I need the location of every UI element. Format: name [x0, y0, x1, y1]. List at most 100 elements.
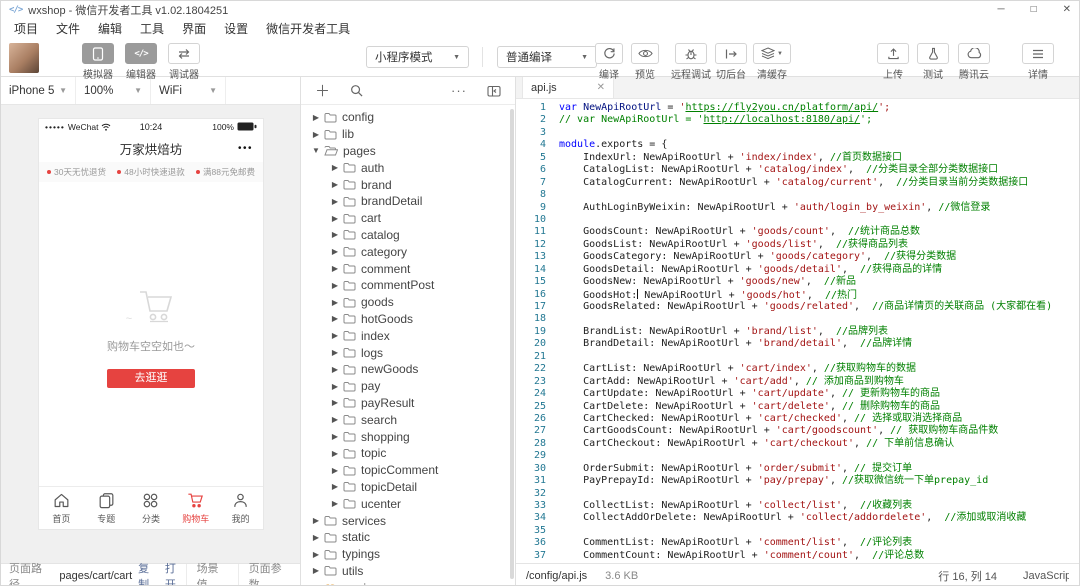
menu-item-4[interactable]: 界面 [173, 19, 215, 39]
menu-item-0[interactable]: 项目 [5, 19, 47, 39]
tree-item-services[interactable]: ▶services [301, 512, 515, 529]
tree-item-lib[interactable]: ▶lib [301, 126, 515, 143]
tree-item-logs[interactable]: ▶logs [301, 344, 515, 361]
details-button[interactable]: 详情 [1010, 43, 1066, 81]
tree-item-search[interactable]: ▶search [301, 411, 515, 428]
network-select[interactable]: WiFi ▼ [151, 77, 226, 104]
close-button[interactable]: ✕ [1063, 1, 1071, 19]
add-file-icon[interactable]: ＋ [315, 80, 330, 101]
chevron-right-icon[interactable]: ▶ [311, 130, 321, 139]
chevron-right-icon[interactable]: ▶ [330, 499, 340, 508]
maximize-button[interactable]: □ [1031, 1, 1037, 19]
tree-item-category[interactable]: ▶category [301, 243, 515, 260]
tree-item-cart[interactable]: ▶cart [301, 210, 515, 227]
chevron-right-icon[interactable]: ▶ [330, 214, 340, 223]
tab-topics[interactable]: 专题 [84, 487, 129, 529]
tree-item-newGoods[interactable]: ▶newGoods [301, 361, 515, 378]
tree-item-ucenter[interactable]: ▶ucenter [301, 495, 515, 512]
device-select[interactable]: iPhone 5 ▼ [1, 77, 76, 104]
chevron-right-icon[interactable]: ▶ [330, 382, 340, 391]
more-actions-icon[interactable]: ··· [451, 83, 467, 98]
code-editor[interactable]: 1var NewApiRootUrl = 'https://fly2you.cn… [516, 99, 1079, 563]
miniapp-menu-button[interactable]: ••• [238, 143, 253, 154]
chevron-right-icon[interactable]: ▶ [330, 281, 340, 290]
tree-item-typings[interactable]: ▶typings [301, 546, 515, 563]
menu-item-3[interactable]: 工具 [131, 19, 173, 39]
chevron-right-icon[interactable]: ▶ [330, 197, 340, 206]
chevron-right-icon[interactable]: ▶ [330, 180, 340, 189]
chevron-right-icon[interactable]: ▶ [311, 550, 321, 559]
tree-item-static[interactable]: ▶static [301, 529, 515, 546]
tree-scrollbar[interactable] [510, 109, 514, 579]
chevron-right-icon[interactable]: ▶ [330, 298, 340, 307]
language-mode[interactable]: JavaScript [1023, 570, 1069, 582]
minimize-button[interactable]: ─ [997, 1, 1004, 19]
compile-button[interactable]: 编译 [593, 43, 625, 81]
tencent-cloud-button[interactable]: 腾讯云 [946, 43, 1002, 81]
chevron-right-icon[interactable]: ▶ [330, 482, 340, 491]
zoom-select[interactable]: 100% ▼ [76, 77, 151, 104]
chevron-down-icon[interactable]: ▼ [311, 146, 321, 155]
clear-cache-button[interactable]: ▼ 清缓存 [748, 43, 796, 81]
page-path-label: 页面路径 [1, 560, 50, 586]
tree-item-hotGoods[interactable]: ▶hotGoods [301, 311, 515, 328]
mode-select[interactable]: 小程序模式 ▼ [366, 46, 469, 68]
tree-item-topicDetail[interactable]: ▶topicDetail [301, 479, 515, 496]
chevron-right-icon[interactable]: ▶ [330, 415, 340, 424]
copy-path-link[interactable]: 复制 [138, 560, 159, 586]
tree-item-pay[interactable]: ▶pay [301, 378, 515, 395]
tree-item-topic[interactable]: ▶topic [301, 445, 515, 462]
tree-item-catalog[interactable]: ▶catalog [301, 227, 515, 244]
page-params-button[interactable]: 页面参数 [238, 564, 300, 586]
chevron-right-icon[interactable]: ▶ [330, 365, 340, 374]
cursor-position[interactable]: 行 16, 列 14 [938, 568, 997, 584]
tree-item-app.js[interactable]: JSapp.js [301, 579, 515, 586]
close-tab-icon[interactable]: ✕ [597, 82, 605, 93]
chevron-right-icon[interactable]: ▶ [330, 230, 340, 239]
chevron-right-icon[interactable]: ▶ [330, 348, 340, 357]
tab-user[interactable]: 我的 [218, 487, 263, 529]
chevron-right-icon[interactable]: ▶ [330, 314, 340, 323]
chevron-right-icon[interactable]: ▶ [330, 449, 340, 458]
chevron-right-icon[interactable]: ▶ [311, 516, 321, 525]
menu-item-1[interactable]: 文件 [47, 19, 89, 39]
tree-item-goods[interactable]: ▶goods [301, 294, 515, 311]
tree-item-index[interactable]: ▶index [301, 327, 515, 344]
tab-cart[interactable]: 购物车 [173, 487, 218, 529]
menu-item-2[interactable]: 编辑 [89, 19, 131, 39]
chevron-right-icon[interactable]: ▶ [330, 398, 340, 407]
tree-item-auth[interactable]: ▶auth [301, 159, 515, 176]
compile-mode-select[interactable]: 普通编译 ▼ [497, 46, 597, 68]
chevron-right-icon[interactable]: ▶ [330, 331, 340, 340]
tree-item-commentPost[interactable]: ▶commentPost [301, 277, 515, 294]
tree-item-brandDetail[interactable]: ▶brandDetail [301, 193, 515, 210]
go-shopping-button[interactable]: 去逛逛 [107, 369, 195, 388]
chevron-right-icon[interactable]: ▶ [311, 113, 321, 122]
chevron-right-icon[interactable]: ▶ [330, 247, 340, 256]
tree-item-pages[interactable]: ▼pages [301, 143, 515, 160]
chevron-right-icon[interactable]: ▶ [311, 566, 321, 575]
chevron-right-icon[interactable]: ▶ [330, 264, 340, 273]
debugger-toggle-button[interactable]: 调试器 [156, 43, 212, 81]
chevron-right-icon[interactable]: ▶ [330, 466, 340, 475]
chevron-right-icon[interactable]: ▶ [311, 533, 321, 542]
menu-item-5[interactable]: 设置 [215, 19, 257, 39]
tree-item-topicComment[interactable]: ▶topicComment [301, 462, 515, 479]
chevron-right-icon[interactable]: ▶ [330, 163, 340, 172]
tree-item-comment[interactable]: ▶comment [301, 260, 515, 277]
chevron-right-icon[interactable]: ▶ [330, 432, 340, 441]
tree-item-utils[interactable]: ▶utils [301, 563, 515, 580]
tree-item-config[interactable]: ▶config [301, 109, 515, 126]
scene-value-button[interactable]: 场景值 [186, 564, 238, 586]
preview-button[interactable]: 预览 [629, 43, 661, 81]
tree-item-payResult[interactable]: ▶payResult [301, 395, 515, 412]
tree-item-brand[interactable]: ▶brand [301, 176, 515, 193]
tab-category[interactable]: 分类 [129, 487, 174, 529]
tree-item-shopping[interactable]: ▶shopping [301, 428, 515, 445]
tab-home[interactable]: 首页 [39, 487, 84, 529]
collapse-panel-icon[interactable] [487, 85, 501, 97]
user-avatar[interactable] [9, 43, 39, 73]
search-icon[interactable] [350, 84, 363, 97]
open-path-link[interactable]: 打开 [165, 560, 186, 586]
menu-item-6[interactable]: 微信开发者工具 [257, 19, 359, 39]
